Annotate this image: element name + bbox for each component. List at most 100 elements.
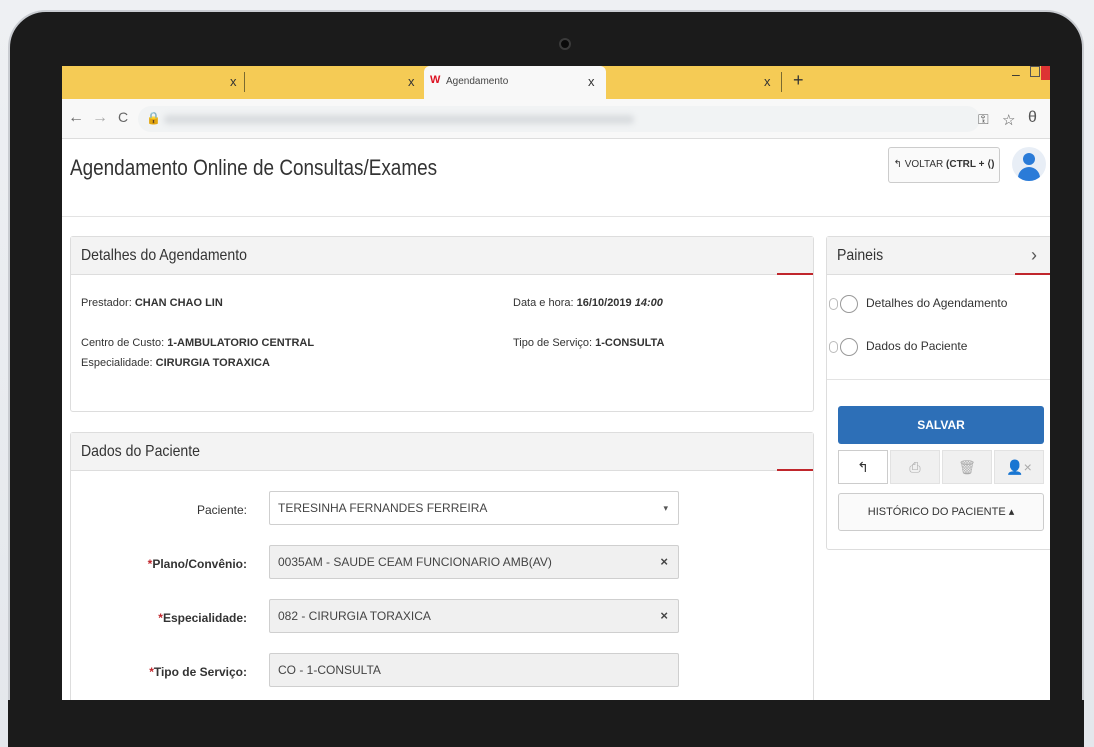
details-panel: Detalhes do Agendamento Prestador: CHAN … [70,236,814,412]
address-bar: ← → C 🔒 ⚿ ☆ θ [62,99,1050,139]
panel-option-label: Dados do Paciente [866,339,968,354]
paineis-header[interactable]: Paineis › [827,237,1050,275]
panel-accent-line [1015,273,1050,275]
close-tab-icon[interactable]: x [408,74,415,89]
prestador-row: Prestador: CHAN CHAO LIN [81,297,223,309]
hora-value: 14:00 [634,297,663,309]
toggle-pin-icon [829,341,838,353]
paciente-select[interactable]: TERESINHA FERNANDES FERREIRA ▾ [269,491,679,525]
panel-accent-line [777,469,813,471]
details-panel-header: Detalhes do Agendamento [71,237,813,275]
clear-icon[interactable]: × [660,600,668,632]
tipo-label-text: Tipo de Serviço: [153,665,247,679]
tipo-servico-field[interactable]: CO - 1-CONSULTA [269,653,679,687]
patient-panel-header: Dados do Paciente [71,433,813,471]
tab-strip: x x W Agendamento x x + – [62,66,1050,99]
panel-option-paciente[interactable]: Dados do Paciente [829,338,967,356]
avatar-body [1018,167,1040,181]
browser-tab[interactable]: x [246,66,422,99]
patient-panel: Dados do Paciente Paciente: TERESINHA FE… [70,432,814,700]
profile-icon[interactable]: θ [1028,109,1037,127]
remove-user-icon[interactable]: 👤× [994,450,1044,484]
page-title: Agendamento Online de Consultas/Exames [70,155,438,180]
voltar-label: VOLTAR [904,159,944,170]
browser-tab-active[interactable]: W Agendamento x [424,66,606,99]
browser-window: x x W Agendamento x x + – ← → C 🔒 ⚿ ☆ θ [62,66,1050,700]
maximize-button[interactable] [1030,66,1040,77]
clear-icon[interactable]: × [660,546,668,578]
plano-value: 0035AM - SAUDE CEAM FUNCIONARIO AMB(AV) [278,555,552,569]
esp-value: 082 - CIRURGIA TORAXICA [278,609,431,623]
paineis-title: Paineis [837,247,884,264]
plano-select[interactable]: 0035AM - SAUDE CEAM FUNCIONARIO AMB(AV) … [269,545,679,579]
laptop-bezel [8,700,1084,747]
panel-accent-line [777,273,813,275]
close-window-button[interactable] [1041,66,1050,80]
chevron-right-icon[interactable]: › [1031,245,1037,266]
close-tab-icon[interactable]: x [230,74,237,89]
browser-tab[interactable]: x [608,66,784,99]
radio-circle[interactable] [840,338,858,356]
especialidade-value: CIRURGIA TORAXICA [155,357,270,369]
prestador-label: Prestador: [81,297,132,309]
especialidade-field-label: *Especialidade: [127,611,247,625]
undo-arrow-icon: ↰ [893,159,902,170]
url-input[interactable]: 🔒 [138,106,980,132]
browser-tab[interactable]: x [62,66,245,99]
star-icon[interactable]: ☆ [1002,111,1015,129]
plano-label-text: Plano/Convênio: [152,557,247,571]
tab-title: Agendamento [446,76,509,87]
data-hora-row: Data e hora: 16/10/2019 14:00 [513,297,663,309]
key-icon[interactable]: ⚿ [978,111,989,128]
tab-separator [781,72,782,92]
site-favicon: W [430,74,441,86]
lock-icon: 🔒 [146,111,161,125]
paineis-panel: Paineis › Detalhes do Agendamento Dados … [826,236,1050,550]
trash-icon[interactable]: 🗑 [942,450,992,484]
print-icon[interactable]: ⎙ [890,450,940,484]
paciente-label: Paciente: [196,503,247,517]
chevron-down-icon: ▾ [663,503,668,513]
minimize-button[interactable]: – [1012,66,1020,82]
salvar-button[interactable]: SALVAR [838,406,1044,444]
back-arrow-icon[interactable]: ← [68,109,84,127]
tipo-servico-field-label: *Tipo de Serviço: [127,665,247,679]
prestador-value: CHAN CHAO LIN [134,297,223,309]
page-header: Agendamento Online de Consultas/Exames ↰… [62,139,1050,217]
voltar-shortcut: (CTRL + ⟨) [946,159,995,170]
tipo-servico-row: Tipo de Serviço: 1-CONSULTA [513,337,664,349]
action-icon-bar: ↰ ⎙ 🗑 👤× [838,450,1044,484]
panel-option-detalhes[interactable]: Detalhes do Agendamento [829,295,1007,313]
especialidade-select[interactable]: 082 - CIRURGIA TORAXICA × [269,599,679,633]
reload-icon[interactable]: C [118,109,128,125]
especialidade-label: Especialidade: [81,357,153,369]
esp-label-text: Especialidade: [162,611,247,625]
tab-separator [244,72,245,92]
radio-circle[interactable] [840,295,858,313]
user-avatar[interactable] [1012,147,1046,181]
new-tab-button[interactable]: + [793,70,804,91]
tipo-value: 1-CONSULTA [595,337,665,349]
close-tab-icon[interactable]: x [764,74,771,89]
centro-custo-row: Centro de Custo: 1-AMBULATORIO CENTRAL [81,337,314,349]
centro-value: 1-AMBULATORIO CENTRAL [167,337,315,349]
centro-label: Centro de Custo: [81,337,165,349]
undo-icon[interactable]: ↰ [838,450,888,484]
avatar-head [1023,153,1035,165]
tipo-label: Tipo de Serviço: [513,337,593,349]
historico-paciente-button[interactable]: HISTÓRICO DO PACIENTE ▴ [838,493,1044,531]
data-value: 16/10/2019 [576,297,632,309]
tipo-servico-value: CO - 1-CONSULTA [278,663,381,677]
data-label: Data e hora: [513,297,574,309]
patient-panel-title: Dados do Paciente [81,443,200,460]
forward-arrow-icon[interactable]: → [92,109,108,127]
voltar-button[interactable]: ↰ VOLTAR (CTRL + ⟨) [888,147,1000,183]
divider [827,379,1050,380]
close-tab-icon[interactable]: x [588,74,595,89]
toggle-pin-icon [829,298,838,310]
webcam [559,38,571,50]
panel-option-label: Detalhes do Agendamento [866,296,1008,311]
url-text-blurred [164,115,634,124]
paciente-value: TERESINHA FERNANDES FERREIRA [278,501,488,515]
plano-label: *Plano/Convênio: [127,557,247,571]
